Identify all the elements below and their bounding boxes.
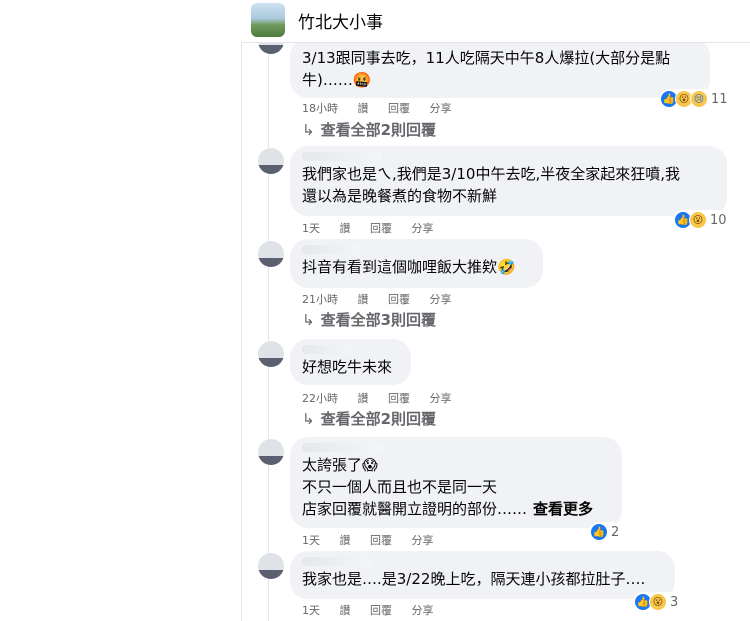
thumbs-up-icon: 👍 (590, 523, 608, 541)
reply-arrow-icon: ↳ (302, 311, 315, 329)
reaction-count: 10 (710, 212, 727, 228)
commenter-name-redacted[interactable] (302, 345, 352, 354)
comment-text-line: 太誇張了😱 (302, 456, 378, 474)
reaction-count: 2 (611, 524, 620, 540)
reaction-count: 3 (670, 594, 679, 610)
comment-time[interactable]: 1天 (302, 604, 320, 617)
share-button[interactable]: 分享 (412, 604, 434, 617)
comment-text-line: 不只一個人而且也不是同一天 (302, 478, 498, 496)
reaction-summary[interactable]: 👍 2 (589, 522, 623, 542)
share-button[interactable]: 分享 (412, 222, 434, 235)
wow-face-icon: 😮 (649, 593, 667, 611)
commenter-name-redacted[interactable] (302, 245, 362, 254)
like-button[interactable]: 讚 (340, 604, 351, 617)
comment-text-line: 我家也是….是3/22晚上吃，隔天連小孩都拉肚子…. (302, 570, 646, 588)
view-replies-label: 查看全部2則回覆 (320, 121, 437, 139)
reply-arrow-icon: ↳ (302, 121, 315, 139)
thread-line (268, 40, 269, 621)
reaction-summary[interactable]: 👍 😮 😢 11 (659, 89, 731, 109)
view-replies-label: 查看全部3則回覆 (320, 311, 437, 329)
comment-bubble: 好想吃牛未來 (290, 339, 411, 385)
reaction-count: 11 (711, 91, 728, 107)
view-replies-link[interactable]: ↳ 查看全部2則回覆 (302, 408, 436, 429)
like-button[interactable]: 讚 (340, 534, 351, 547)
comment-actions: 21小時 讚 回覆 分享 (302, 291, 468, 307)
commenter-name-redacted[interactable] (302, 152, 382, 161)
comment-bubble: 我們家也是ㄟ,我們是3/10中午去吃,半夜全家起來狂噴,我 還以為是晚餐煮的食物… (290, 146, 727, 216)
comment-text-line: 我們家也是ㄟ,我們是3/10中午去吃,半夜全家起來狂噴,我 (302, 165, 680, 183)
group-title[interactable]: 竹北大小事 (298, 8, 383, 33)
comment-actions: 1天 讚 回覆 分享 (302, 220, 450, 236)
view-replies-link[interactable]: ↳ 查看全部3則回覆 (302, 309, 436, 330)
sad-face-icon: 😢 (690, 90, 708, 108)
wow-face-icon: 😮 (689, 211, 707, 229)
comment-text-line: 好想吃牛未來 (302, 358, 393, 376)
comment-actions: 1天 讚 回覆 分享 (302, 602, 450, 618)
reply-button[interactable]: 回覆 (370, 534, 392, 547)
comment-time[interactable]: 1天 (302, 534, 320, 547)
like-button[interactable]: 讚 (358, 102, 369, 115)
group-header: 竹北大小事 (241, 0, 750, 43)
view-replies-label: 查看全部2則回覆 (320, 410, 437, 428)
comment-bubble: 抖音有看到這個咖哩飯大推欸🤣 (290, 239, 543, 288)
comment-text-line: 抖音有看到這個咖哩飯大推欸🤣 (302, 258, 516, 276)
like-button[interactable]: 讚 (358, 392, 369, 405)
share-button[interactable]: 分享 (412, 534, 434, 547)
reaction-summary[interactable]: 👍 😮 10 (673, 210, 730, 230)
commenter-name-redacted[interactable] (302, 557, 372, 566)
like-button[interactable]: 讚 (358, 293, 369, 306)
comment-bubble: 3/13跟同事去吃，11人吃隔天中午8人爆拉(大部分是點 牛)……🤬 (290, 38, 710, 98)
comment-time[interactable]: 18小時 (302, 102, 338, 115)
commenter-avatar[interactable] (258, 341, 284, 367)
comment-time[interactable]: 22小時 (302, 392, 338, 405)
share-button[interactable]: 分享 (430, 293, 452, 306)
view-replies-link[interactable]: ↳ 查看全部2則回覆 (302, 119, 436, 140)
comment-bubble: 太誇張了😱 不只一個人而且也不是同一天 店家回覆就醫開立證明的部份…… 查看更多 (290, 437, 622, 528)
comment-bubble: 我家也是….是3/22晚上吃，隔天連小孩都拉肚子…. (290, 551, 675, 599)
reply-button[interactable]: 回覆 (370, 604, 392, 617)
see-more-link[interactable]: 查看更多 (533, 500, 593, 518)
comment-time[interactable]: 1天 (302, 222, 320, 235)
commenter-avatar[interactable] (258, 439, 284, 465)
commenter-name-redacted[interactable] (302, 443, 382, 452)
comment-text-line: 店家回覆就醫開立證明的部份…… (302, 500, 528, 518)
group-avatar[interactable] (251, 3, 285, 37)
commenter-avatar[interactable] (258, 241, 284, 267)
reply-button[interactable]: 回覆 (388, 293, 410, 306)
comment-time[interactable]: 21小時 (302, 293, 338, 306)
commenter-avatar[interactable] (258, 148, 284, 174)
reply-button[interactable]: 回覆 (370, 222, 392, 235)
like-button[interactable]: 讚 (340, 222, 351, 235)
comment-text-line: 牛)……🤬 (302, 71, 372, 89)
comment-actions: 1天 讚 回覆 分享 (302, 532, 450, 548)
reply-arrow-icon: ↳ (302, 410, 315, 428)
comment-text-line: 還以為是晚餐煮的食物不新鮮 (302, 187, 498, 205)
share-button[interactable]: 分享 (430, 102, 452, 115)
share-button[interactable]: 分享 (430, 392, 452, 405)
reply-button[interactable]: 回覆 (388, 102, 410, 115)
reply-button[interactable]: 回覆 (388, 392, 410, 405)
comment-text-line: 3/13跟同事去吃，11人吃隔天中午8人爆拉(大部分是點 (302, 49, 671, 67)
comment-actions: 22小時 讚 回覆 分享 (302, 390, 468, 406)
commenter-avatar[interactable] (258, 553, 284, 579)
reaction-summary[interactable]: 👍 😮 3 (633, 592, 682, 612)
comment-actions: 18小時 讚 回覆 分享 (302, 100, 468, 116)
